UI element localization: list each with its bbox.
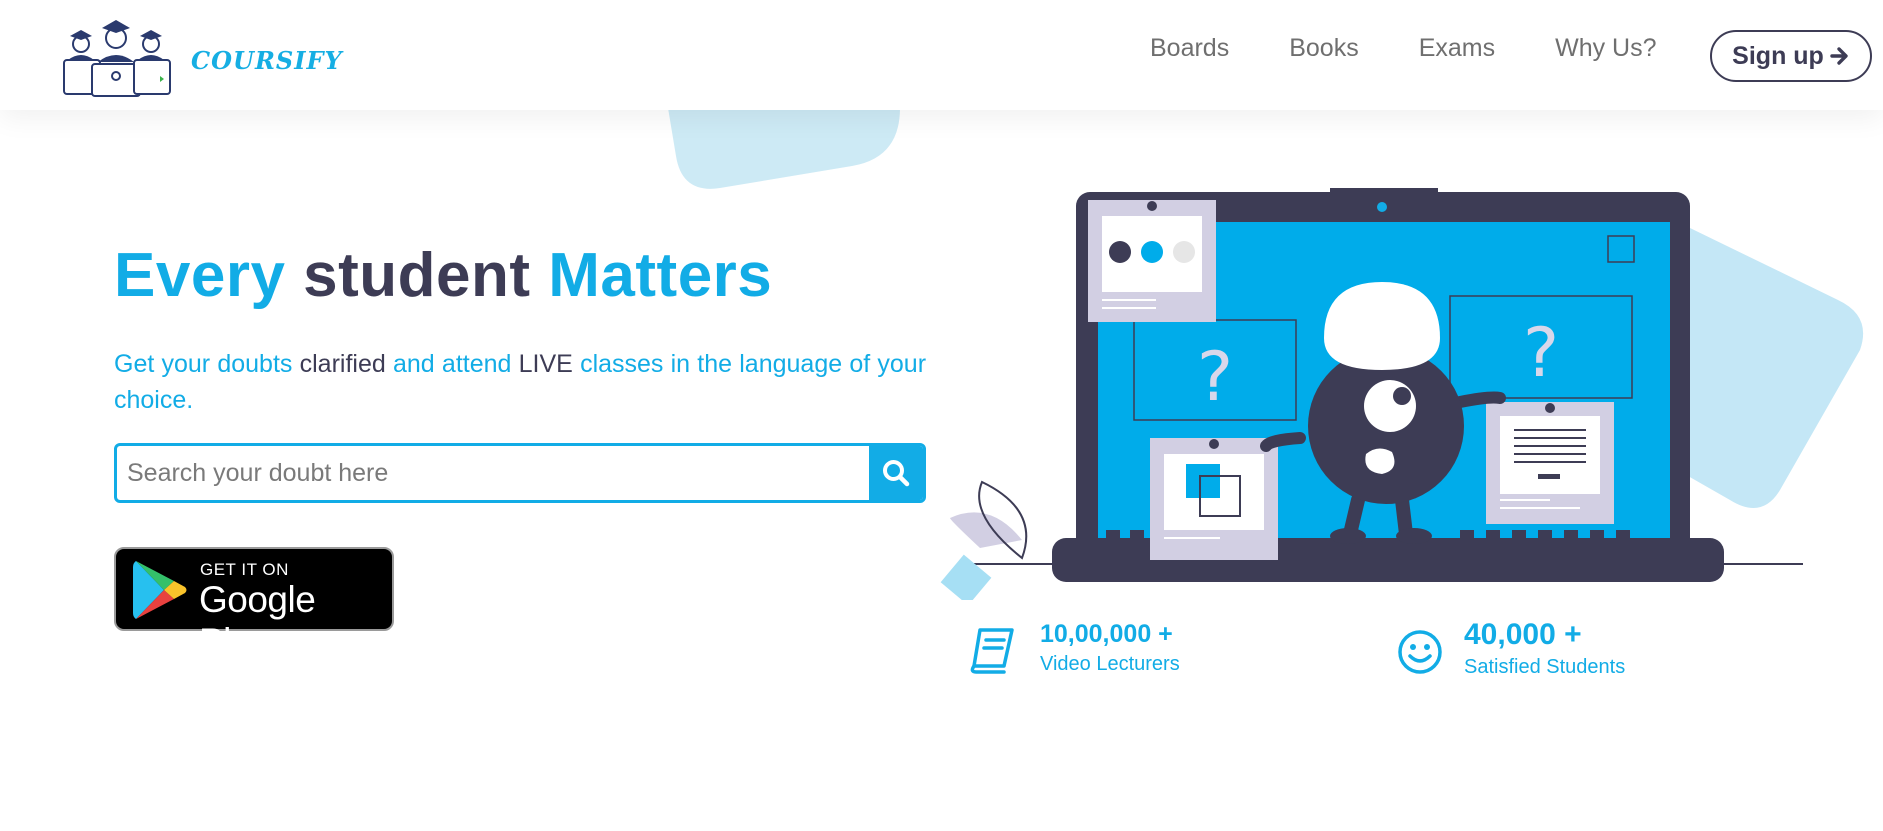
headline-word-every: Every (114, 241, 286, 310)
search-button[interactable] (869, 446, 923, 500)
headline-word-student: student (303, 241, 531, 310)
signup-button[interactable]: Sign up (1710, 30, 1872, 82)
site-header: COURSIFY Boards Books Exams Why Us? Sign… (0, 0, 1883, 110)
google-play-badge[interactable]: GET IT ON Google Play (114, 547, 394, 662)
doubt-search-bar (114, 443, 926, 503)
google-play-icon (133, 561, 187, 619)
search-input[interactable] (117, 446, 869, 500)
nav-exams[interactable]: Exams (1419, 34, 1495, 63)
stat-value: 40,000 + (1464, 618, 1582, 651)
stat-label: Video Lecturers (1040, 653, 1180, 675)
nav-books[interactable]: Books (1289, 34, 1358, 63)
coursify-logo[interactable]: COURSIFY (60, 16, 343, 98)
stat-label: Satisfied Students (1464, 656, 1626, 678)
logo-graduates-icon (63, 20, 171, 97)
svg-text:?: ? (1197, 338, 1233, 417)
subtext-part-4: LIVE (518, 350, 573, 378)
nav-why-us[interactable]: Why Us? (1555, 34, 1656, 63)
nav-boards[interactable]: Boards (1150, 34, 1229, 63)
headline-word-matters: Matters (548, 241, 773, 310)
smiley-icon (1398, 630, 1442, 674)
book-icon (970, 628, 1014, 674)
main-nav: Boards Books Exams Why Us? (1150, 34, 1717, 63)
badge-line-1: GET IT ON (200, 560, 289, 579)
subtext-part-1: Get your doubts (114, 350, 293, 378)
subtext-part-2: clarified (299, 350, 386, 378)
laptop-illustration: ? ? (940, 188, 1803, 600)
search-icon (883, 460, 910, 487)
badge-line-2: Google Play (199, 579, 316, 662)
hero-headline: Every student Matters (114, 240, 772, 311)
subtext-part-3: and attend (393, 350, 512, 378)
arrow-right-icon (1830, 47, 1848, 65)
stat-value: 10,00,000 + (1040, 620, 1173, 648)
signup-label: Sign up (1732, 41, 1824, 70)
hero-subtext: Get your doubts clarified and attend LIV… (114, 346, 926, 418)
brand-name: COURSIFY (191, 46, 343, 75)
svg-text:?: ? (1523, 314, 1559, 393)
